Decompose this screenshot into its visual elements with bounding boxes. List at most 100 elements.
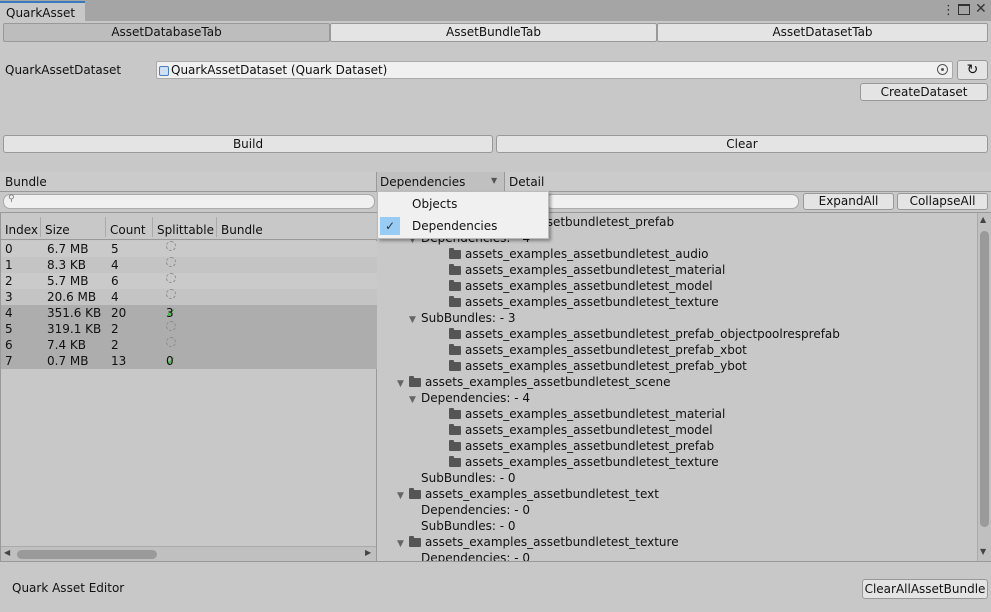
cell-size: 20.6 MB	[47, 290, 97, 304]
expand-arrow-icon[interactable]: ▼	[397, 376, 409, 392]
table-row[interactable]: 06.7 MB5assets_examples_assetb	[1, 241, 377, 257]
tree-item-bundle[interactable]: assets_examples_assetbundletest_material	[449, 262, 725, 278]
scroll-down-icon[interactable]: ▼	[980, 547, 986, 556]
column-splittable[interactable]: Splittable	[157, 223, 214, 237]
kebab-menu-icon[interactable]: ⋮	[942, 3, 955, 18]
tree-item-bundle[interactable]: assets_examples_assetbundletest_prefab_x…	[449, 342, 747, 358]
tree-item-bundle[interactable]: ▼ assets_examples_assetbundletest_text	[397, 486, 659, 502]
horizontal-scrollbar-thumb[interactable]	[17, 550, 157, 559]
tree-item-bundle[interactable]: assets_examples_assetbundletest_model	[449, 422, 713, 438]
tab-asset-bundle[interactable]: AssetBundleTab	[330, 23, 657, 42]
column-size[interactable]: Size	[45, 223, 70, 237]
bundle-search-input[interactable]: ⚲	[3, 194, 375, 209]
tree-item-label: assets_examples_assetbundletest_material	[465, 263, 726, 277]
scroll-right-icon[interactable]: ▶	[365, 548, 371, 557]
column-index[interactable]: Index	[5, 223, 38, 237]
tree-item-bundle[interactable]: assets_examples_assetbundletest_prefab_o…	[449, 326, 840, 342]
tree-item-label: assets_examples_assetbundletest_texture	[465, 295, 719, 309]
table-header: Index Size Count Splittable Bundle	[1, 213, 378, 240]
tree-item-bundle[interactable]: assets_examples_assetbundletest_texture	[449, 294, 719, 310]
column-separator[interactable]	[152, 217, 153, 237]
folder-icon	[409, 536, 421, 547]
cell-index: 4	[5, 306, 13, 320]
collapse-all-button[interactable]: CollapseAll	[897, 193, 988, 210]
tree-item-group[interactable]: Dependencies: - 0	[421, 550, 530, 561]
tree-item-bundle[interactable]: assets_examples_assetbundletest_model	[449, 278, 713, 294]
cell-index: 2	[5, 274, 13, 288]
table-row[interactable]: 5319.1 KB2assets_examples_assetb	[1, 321, 377, 337]
dataset-object-field[interactable]: QuarkAssetDataset (Quark Dataset)	[156, 61, 953, 79]
tree-item-bundle[interactable]: ▼ assets_examples_assetbundletest_scene	[397, 374, 670, 390]
bundle-panel-header: Bundle	[0, 172, 377, 192]
folder-icon	[409, 488, 421, 499]
menu-item-dependencies[interactable]: ✓ Dependencies	[378, 215, 548, 237]
maximize-icon[interactable]	[958, 4, 970, 15]
tree-item-group[interactable]: SubBundles: - 0	[421, 518, 516, 534]
expand-arrow-icon[interactable]: ▼	[409, 312, 421, 328]
cell-index: 7	[5, 354, 13, 368]
refresh-button[interactable]: ↻	[957, 60, 988, 80]
tree-item-group[interactable]: ▼ SubBundles: - 3	[409, 310, 516, 326]
tree-item-bundle[interactable]: assets_examples_assetbundletest_audio	[449, 246, 709, 262]
column-separator[interactable]	[40, 217, 41, 237]
menu-item-objects[interactable]: Objects	[378, 193, 548, 215]
cell-size: 6.7 MB	[47, 242, 89, 256]
cell-size: 8.3 KB	[47, 258, 86, 272]
folder-icon	[449, 456, 461, 467]
table-row[interactable]: 18.3 KB4assets_examples_assetb	[1, 257, 377, 273]
vertical-scrollbar-thumb[interactable]	[980, 231, 989, 527]
folder-icon	[409, 376, 421, 387]
tree-item-label: SubBundles: - 3	[421, 311, 516, 325]
tree-item-bundle[interactable]: assets_examples_assetbundletest_texture	[449, 454, 719, 470]
folder-icon	[449, 280, 461, 291]
table-row[interactable]: 25.7 MB6assets_examples_assetb	[1, 273, 377, 289]
expand-all-button[interactable]: ExpandAll	[803, 193, 894, 210]
table-row[interactable]: 67.4 KB2assets_examples_assetb	[1, 337, 377, 353]
clear-button[interactable]: Clear	[496, 135, 988, 153]
tree-item-bundle[interactable]: assets_examples_assetbundletest_prefab_y…	[449, 358, 747, 374]
checkmark-icon: ✓	[380, 217, 400, 235]
tree-item-bundle[interactable]: assets_examples_assetbundletest_material	[449, 406, 725, 422]
tree-item-label: Dependencies: - 4	[421, 391, 531, 405]
close-icon[interactable]: ✕	[975, 1, 987, 17]
cell-index: 1	[5, 258, 13, 272]
folder-icon	[449, 264, 461, 275]
column-separator[interactable]	[216, 217, 217, 237]
tree-item-bundle[interactable]: assets_examples_assetbundletest_prefab	[449, 438, 714, 454]
column-separator[interactable]	[105, 217, 106, 237]
tree-item-bundle[interactable]: ▼ assets_examples_assetbundletest_texture	[397, 534, 679, 550]
scroll-left-icon[interactable]: ◀	[4, 548, 10, 557]
column-bundle[interactable]: Bundle	[221, 223, 263, 237]
table-row[interactable]: 70.7 MB13✓0assets_examples_assetb	[1, 353, 377, 369]
cell-index: 5	[5, 322, 13, 336]
table-row[interactable]: 320.6 MB4assets_examples_assetb	[1, 289, 377, 305]
detail-search-input[interactable]	[545, 194, 799, 209]
table-row[interactable]: 4351.6 KB20✓3assets_examples_assetb	[1, 305, 377, 321]
folder-icon	[449, 248, 461, 259]
object-picker-icon[interactable]	[937, 64, 948, 75]
tree-item-label: assets_examples_assetbundletest_texture	[465, 455, 719, 469]
create-dataset-button[interactable]: CreateDataset	[860, 83, 988, 101]
tab-asset-dataset[interactable]: AssetDatasetTab	[657, 23, 988, 42]
scroll-up-icon[interactable]: ▲	[980, 215, 986, 224]
tab-asset-database[interactable]: AssetDatabaseTab	[3, 23, 330, 42]
window-tab[interactable]: QuarkAsset	[0, 1, 85, 21]
build-button[interactable]: Build	[3, 135, 493, 153]
horizontal-scrollbar[interactable]: ◀ ▶	[1, 546, 376, 561]
expand-arrow-icon[interactable]: ▼	[409, 392, 421, 408]
cell-count: 6	[111, 274, 119, 288]
tree-item-group[interactable]: SubBundles: - 0	[421, 470, 516, 486]
tree-item-label: assets_examples_assetbundletest_prefab_o…	[465, 327, 840, 341]
expand-arrow-icon[interactable]: ▼	[397, 536, 409, 552]
folder-icon	[449, 440, 461, 451]
column-count[interactable]: Count	[110, 223, 146, 237]
empty-circle-icon	[166, 273, 176, 283]
folder-icon	[449, 408, 461, 419]
clear-all-assetbundle-button[interactable]: ClearAllAssetBundle	[862, 579, 988, 599]
detail-mode-dropdown[interactable]: Dependencies ▼	[377, 172, 505, 192]
vertical-scrollbar[interactable]: ▲ ▼	[977, 213, 991, 561]
tree-item-group[interactable]: Dependencies: - 0	[421, 502, 530, 518]
tree-item-group[interactable]: ▼Dependencies: - 4	[409, 390, 530, 406]
expand-arrow-icon[interactable]: ▼	[397, 488, 409, 504]
cell-count: 4	[111, 290, 119, 304]
